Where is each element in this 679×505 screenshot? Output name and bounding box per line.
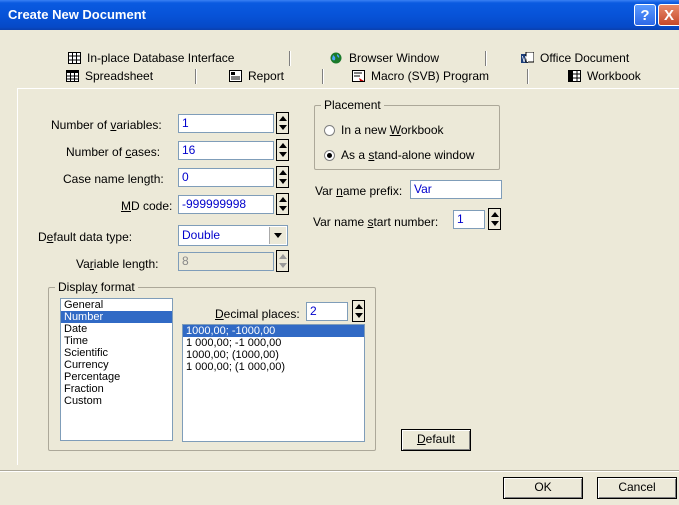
number-of-variables-label: Number of variables: (51, 118, 162, 132)
spinner-up-arrow-icon (278, 252, 287, 261)
default-data-type-select[interactable]: Double (178, 225, 288, 246)
spinner-down-arrow-icon[interactable] (278, 204, 287, 213)
radio-circle-icon[interactable] (324, 150, 335, 161)
variable-length-spinner (276, 250, 289, 272)
spinner-down-arrow-icon[interactable] (354, 311, 363, 320)
format-list-item[interactable]: Percentage (61, 371, 172, 383)
chevron-down-icon[interactable] (269, 227, 286, 244)
default-button[interactable]: Default (401, 429, 471, 451)
number-style-list-item[interactable]: 1000,00; -1000,00 (183, 325, 364, 337)
title-bar[interactable]: Create New Document ? X (0, 0, 679, 30)
report-icon (229, 70, 242, 82)
tab-label: Macro (SVB) Program (371, 69, 490, 83)
create-new-document-dialog: Create New Document ? X In-place Databas… (0, 0, 679, 505)
spinner-up-arrow-icon[interactable] (354, 302, 363, 311)
decimal-places-label: Decimal places: (215, 307, 300, 321)
spinner-down-arrow-icon (278, 261, 287, 270)
number-of-cases-label: Number of cases: (66, 145, 161, 159)
spinner-down-arrow-icon[interactable] (278, 123, 287, 132)
svg-text:W: W (522, 55, 530, 64)
default-data-type-label: Default data type: (38, 230, 133, 244)
md-code-input[interactable]: -999999998 (178, 195, 274, 214)
format-list-item[interactable]: Time (61, 335, 172, 347)
format-list-item[interactable]: Fraction (61, 383, 172, 395)
window-title: Create New Document (8, 7, 146, 22)
radio-stand-alone-window[interactable]: As a stand-alone window (324, 148, 474, 162)
tab-label: Office Document (540, 51, 630, 65)
help-button[interactable]: ? (634, 4, 656, 26)
radio-new-workbook[interactable]: In a new Workbook (324, 123, 444, 137)
workbook-icon (568, 70, 581, 82)
close-button[interactable]: X (658, 4, 679, 26)
tab-spreadsheet[interactable]: Spreadsheet (66, 68, 153, 85)
globe-icon (330, 52, 343, 64)
database-grid-icon (68, 52, 81, 64)
number-style-list-item[interactable]: 1 000,00; (1 000,00) (183, 361, 364, 373)
placement-title: Placement (321, 98, 384, 112)
tab-label: Report (248, 69, 285, 83)
office-document-icon: W (521, 51, 535, 64)
ok-button[interactable]: OK (503, 477, 583, 499)
footer-divider (0, 470, 679, 472)
number-of-variables-input[interactable]: 1 (178, 114, 274, 133)
var-name-prefix-label: Var name prefix: (315, 184, 403, 198)
tab-browser-window[interactable]: Browser Window (330, 50, 439, 67)
format-list-item[interactable]: Number (61, 311, 172, 323)
variable-length-label: Variable length: (76, 257, 159, 271)
number-style-list-item[interactable]: 1000,00; (1000,00) (183, 349, 364, 361)
spinner-up-arrow-icon[interactable] (490, 210, 499, 219)
case-name-length-spinner[interactable] (276, 166, 289, 188)
number-of-cases-input[interactable]: 16 (178, 141, 274, 160)
default-data-type-value: Double (182, 228, 221, 242)
number-style-list[interactable]: 1000,00; -1000,00 1 000,00; -1 000,00 1000… (182, 324, 365, 442)
spinner-up-arrow-icon[interactable] (278, 114, 287, 123)
var-name-start-number-spinner[interactable] (488, 208, 501, 230)
display-format-title: Display format (55, 280, 138, 294)
format-list-item[interactable]: Custom (61, 395, 172, 407)
tab-macro-program[interactable]: Macro (SVB) Program (352, 68, 489, 85)
tab-report[interactable]: Report (229, 68, 284, 85)
decimal-places-spinner[interactable] (352, 300, 365, 322)
var-name-start-number-input[interactable]: 1 (453, 210, 485, 229)
decimal-places-input[interactable]: 2 (306, 302, 348, 321)
tab-separator (527, 69, 529, 84)
tab-label: Spreadsheet (85, 69, 154, 83)
spinner-down-arrow-icon[interactable] (278, 150, 287, 159)
number-style-list-item[interactable]: 1 000,00; -1 000,00 (183, 337, 364, 349)
var-name-start-number-label: Var name start number: (313, 215, 439, 229)
variable-length-input: 8 (178, 252, 274, 271)
spreadsheet-icon (66, 70, 79, 82)
tab-label: Workbook (587, 69, 641, 83)
format-list-item[interactable]: Date (61, 323, 172, 335)
tab-separator (322, 69, 324, 84)
number-of-cases-spinner[interactable] (276, 139, 289, 161)
format-list-item[interactable]: Scientific (61, 347, 172, 359)
spinner-down-arrow-icon[interactable] (278, 177, 287, 186)
format-category-list[interactable]: General Number Date Time Scientific Currency P… (60, 298, 173, 441)
tab-label: Browser Window (349, 51, 440, 65)
tab-separator (195, 69, 197, 84)
case-name-length-label: Case name length: (63, 172, 164, 186)
md-code-label: MD code: (121, 199, 173, 213)
tab-label: In-place Database Interface (87, 51, 235, 65)
tab-separator (289, 51, 291, 66)
case-name-length-input[interactable]: 0 (178, 168, 274, 187)
spinner-up-arrow-icon[interactable] (278, 195, 287, 204)
md-code-spinner[interactable] (276, 193, 289, 215)
tab-workbook[interactable]: Workbook (568, 68, 641, 85)
spinner-up-arrow-icon[interactable] (278, 141, 287, 150)
tab-office-document[interactable]: W Office Document (521, 50, 629, 67)
format-list-item[interactable]: Currency (61, 359, 172, 371)
tab-in-place-database-interface[interactable]: In-place Database Interface (68, 50, 234, 67)
number-of-variables-spinner[interactable] (276, 112, 289, 134)
tab-separator (485, 51, 487, 66)
format-list-item[interactable]: General (61, 299, 172, 311)
macro-icon (352, 70, 365, 82)
spinner-up-arrow-icon[interactable] (278, 168, 287, 177)
spinner-down-arrow-icon[interactable] (490, 219, 499, 228)
radio-circle-icon[interactable] (324, 125, 335, 136)
cancel-button[interactable]: Cancel (597, 477, 677, 499)
var-name-prefix-input[interactable]: Var (410, 180, 502, 199)
